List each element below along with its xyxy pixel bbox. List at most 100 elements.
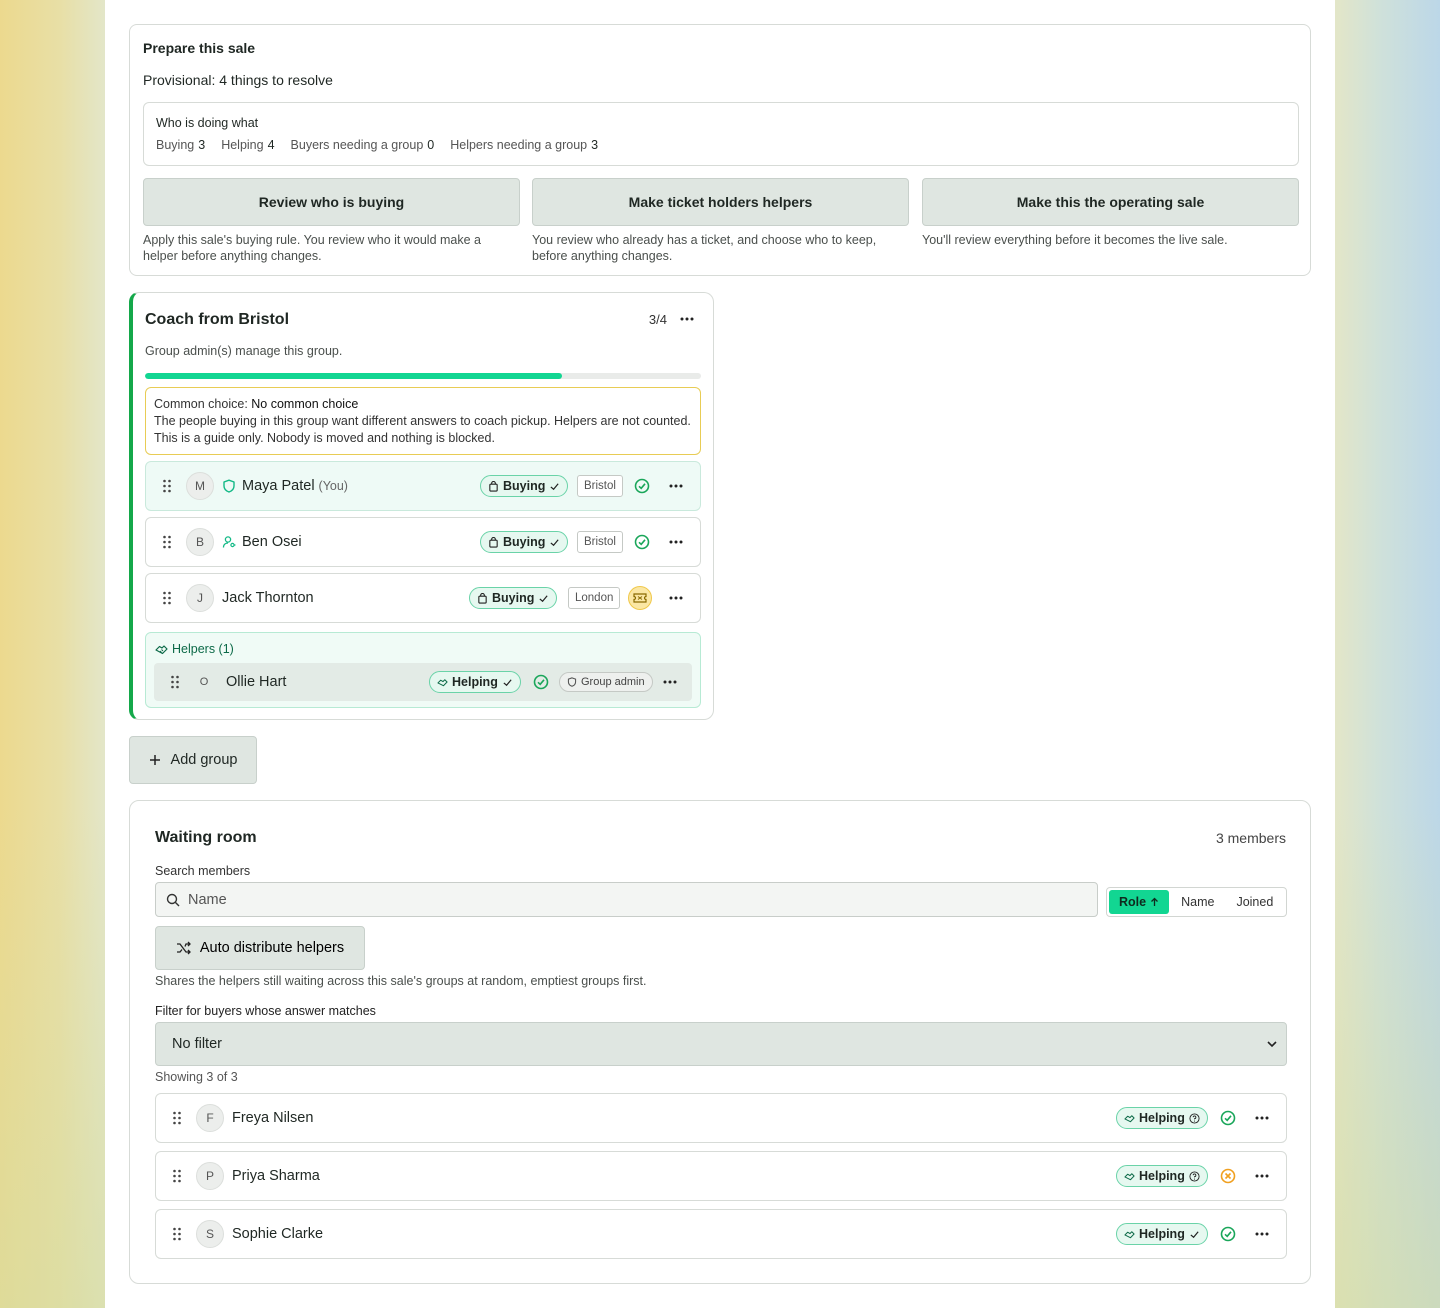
search-icon: [166, 893, 180, 906]
location-tag: Bristol: [577, 475, 623, 497]
avatar: F: [196, 1104, 224, 1132]
group-admin-badge: Group admin: [559, 672, 653, 692]
role-pill-helping[interactable]: Helping: [429, 671, 521, 693]
drag-handle-icon[interactable]: [162, 479, 172, 493]
handshake-icon: [1124, 1114, 1135, 1122]
sort-name-button[interactable]: Name: [1171, 890, 1224, 914]
provisional-status: Provisional: 4 things to resolve: [143, 72, 333, 88]
check-circle-icon: [1220, 1226, 1236, 1242]
bag-icon: [489, 480, 498, 492]
avatar: M: [186, 472, 214, 500]
member-name: Ollie Hart: [226, 674, 287, 690]
waiting-member-row[interactable]: F Freya Nilsen Helping: [155, 1093, 1287, 1143]
showing-count: Showing 3 of 3: [155, 1070, 238, 1084]
stat-helping: Helping 4: [221, 138, 275, 152]
bag-icon: [478, 592, 487, 604]
group-card: Coach from Bristol 3/4 Group admin(s) ma…: [129, 292, 714, 720]
drag-handle-icon[interactable]: [162, 591, 172, 605]
member-menu-icon[interactable]: [1252, 1224, 1272, 1244]
avatar: O: [199, 676, 209, 688]
handshake-icon: [155, 644, 168, 654]
make-helpers-button[interactable]: Make ticket holders helpers: [532, 178, 909, 226]
filter-label: Filter for buyers whose answer matches: [155, 1004, 376, 1018]
shield-icon: [567, 677, 577, 687]
drag-handle-icon[interactable]: [172, 1227, 182, 1241]
role-pill-buying[interactable]: Buying: [469, 587, 558, 609]
arrow-up-icon: [1151, 897, 1159, 906]
drag-handle-icon[interactable]: [172, 1111, 182, 1125]
role-pill-buying[interactable]: Buying: [480, 475, 569, 497]
sort-role-button[interactable]: Role: [1109, 890, 1170, 914]
answer-filter-select[interactable]: No filter: [155, 1022, 1287, 1066]
sort-joined-button[interactable]: Joined: [1226, 890, 1283, 914]
plus-icon: [149, 755, 160, 765]
role-pill-helping[interactable]: Helping: [1116, 1165, 1208, 1187]
drag-handle-icon[interactable]: [170, 675, 180, 689]
chevron-down-icon: [1267, 1041, 1277, 1048]
group-member-row[interactable]: B Ben Osei Buying Bristol: [145, 517, 701, 567]
member-name: Priya Sharma: [232, 1168, 320, 1184]
group-member-row[interactable]: M Maya Patel (You) Buying Bristol: [145, 461, 701, 511]
waiting-member-row[interactable]: S Sophie Clarke Helping: [155, 1209, 1287, 1259]
avatar: S: [196, 1220, 224, 1248]
operating-sale-button[interactable]: Make this the operating sale: [922, 178, 1299, 226]
member-count: 3 members: [1215, 830, 1286, 846]
member-menu-icon[interactable]: [666, 476, 686, 496]
helpers-section: Helpers (1) O Ollie Hart Helping Group a…: [145, 632, 701, 708]
check-icon: [550, 538, 559, 546]
drag-handle-icon[interactable]: [172, 1169, 182, 1183]
help-circle-icon: [1189, 1170, 1200, 1182]
user-key-icon: [222, 536, 236, 548]
check-icon: [503, 678, 512, 686]
x-circle-icon: [1220, 1168, 1236, 1184]
sort-toggle: Role Name Joined: [1106, 887, 1287, 917]
waiting-room-panel: Waiting room 3 members Search members Ro…: [129, 800, 1311, 1284]
waiting-member-row[interactable]: P Priya Sharma Helping: [155, 1151, 1287, 1201]
shield-icon: [223, 479, 235, 493]
search-input[interactable]: [188, 891, 1068, 908]
check-icon: [550, 482, 559, 490]
drag-handle-icon[interactable]: [162, 535, 172, 549]
stat-buyers-needing-group: Buyers needing a group 0: [290, 138, 435, 152]
check-circle-icon: [533, 674, 549, 690]
role-pill-helping[interactable]: Helping: [1116, 1223, 1208, 1245]
member-name: Sophie Clarke: [232, 1226, 324, 1242]
member-menu-icon[interactable]: [660, 672, 680, 692]
role-pill-buying[interactable]: Buying: [480, 531, 569, 553]
handshake-icon: [1124, 1172, 1135, 1180]
check-circle-icon: [1220, 1110, 1236, 1126]
common-choice-description: The people buying in this group want dif…: [154, 414, 691, 445]
group-menu-icon[interactable]: [677, 309, 697, 329]
member-name: Jack Thornton: [222, 590, 314, 606]
search-box[interactable]: [155, 882, 1098, 917]
check-circle-icon: [634, 534, 650, 550]
stat-buying: Buying 3: [156, 138, 206, 152]
who-title: Who is doing what: [156, 116, 259, 130]
helper-row[interactable]: O Ollie Hart Helping Group admin: [154, 663, 692, 701]
member-menu-icon[interactable]: [1252, 1166, 1272, 1186]
member-menu-icon[interactable]: [1252, 1108, 1272, 1128]
avatar: J: [186, 584, 214, 612]
group-member-row[interactable]: J Jack Thornton Buying London: [145, 573, 701, 623]
shuffle-icon: [176, 941, 191, 955]
ticket-icon: [628, 586, 652, 610]
member-menu-icon[interactable]: [666, 588, 686, 608]
common-choice-notice: Common choice: No common choice The peop…: [145, 387, 701, 455]
member-name: Freya Nilsen: [232, 1110, 314, 1126]
helpers-title: Helpers (1): [155, 642, 234, 656]
group-progress-bar: [145, 373, 701, 379]
help-circle-icon: [1189, 1112, 1200, 1124]
role-stats: Buying 3 Helping 4 Buyers needing a group 0…: [156, 138, 598, 152]
location-tag: London: [568, 587, 621, 609]
common-choice-value: No common choice: [251, 397, 359, 411]
avatar: P: [196, 1162, 224, 1190]
role-pill-helping[interactable]: Helping: [1116, 1107, 1208, 1129]
auto-distribute-button[interactable]: Auto distribute helpers: [155, 926, 365, 970]
review-buying-description: Apply this sale's buying rule. You revie…: [143, 233, 481, 263]
group-progress-fill: [145, 373, 562, 379]
review-buying-button[interactable]: Review who is buying: [143, 178, 520, 226]
prepare-title: Prepare this sale: [143, 40, 256, 56]
add-group-button[interactable]: Add group: [129, 736, 257, 784]
member-menu-icon[interactable]: [666, 532, 686, 552]
auto-distribute-description: Shares the helpers still waiting across …: [155, 974, 647, 988]
